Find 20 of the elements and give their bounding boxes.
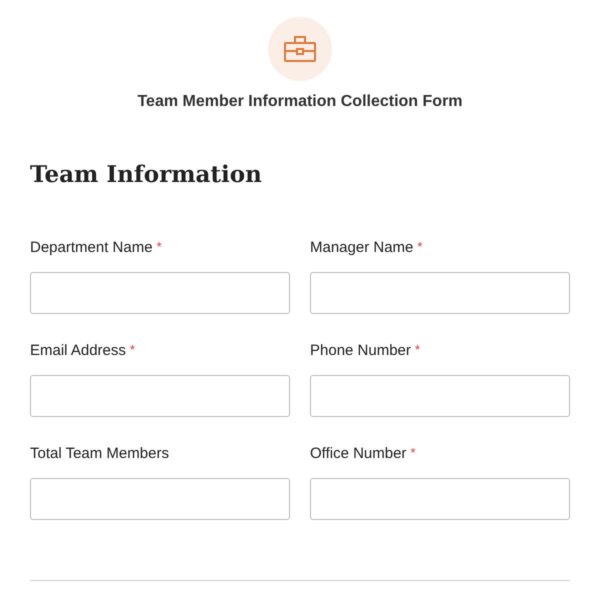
briefcase-icon: [284, 36, 316, 62]
field-label: Manager Name: [310, 239, 414, 258]
required-mark: *: [130, 342, 135, 359]
field-label: Office Number: [310, 445, 406, 464]
input-field[interactable]: [30, 478, 290, 520]
required-mark: *: [414, 342, 420, 359]
field-label: Total Team Members: [30, 445, 169, 464]
input-field[interactable]: [310, 272, 570, 314]
field-label: Email Address: [30, 342, 126, 361]
required-mark: *: [156, 239, 162, 256]
required-mark: *: [410, 445, 416, 462]
required-mark: *: [417, 239, 422, 256]
input-field[interactable]: [310, 375, 570, 417]
field-label: Department Name: [30, 239, 153, 258]
input-field[interactable]: [310, 478, 570, 520]
input-field[interactable]: [30, 272, 290, 314]
form-title: Team Member Information Collection Form: [136, 93, 464, 111]
input-field[interactable]: [30, 375, 290, 417]
section-heading: Team Information: [30, 161, 263, 188]
field-label: Phone Number: [310, 342, 411, 361]
